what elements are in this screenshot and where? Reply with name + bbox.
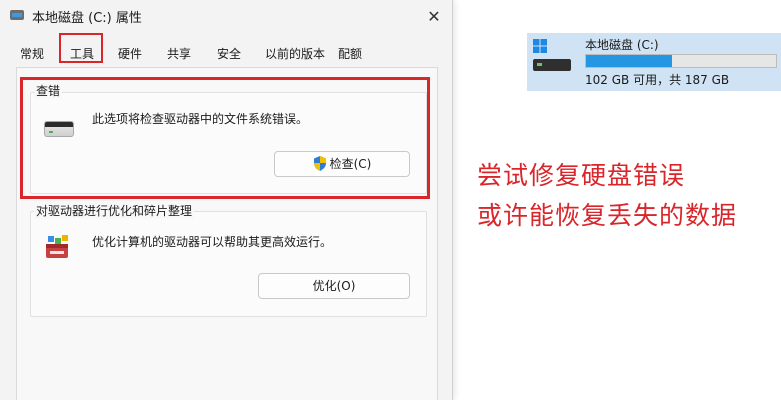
error-check-description: 此选项将检查驱动器中的文件系统错误。 — [92, 112, 309, 126]
active-tab-highlight — [59, 33, 103, 63]
optimize-group — [30, 211, 427, 317]
tab-sharing[interactable]: 共享 — [167, 45, 191, 62]
optimize-button[interactable]: 优化(O) — [258, 273, 410, 299]
drive-icon — [533, 59, 571, 71]
tab-previous-versions[interactable]: 以前的版本 — [265, 45, 325, 62]
uac-shield-icon — [313, 156, 326, 171]
hard-drive-icon — [44, 121, 74, 137]
optimize-description: 优化计算机的驱动器可以帮助其更高效运行。 — [92, 235, 333, 249]
drive-icon — [10, 10, 24, 20]
tab-general[interactable]: 常规 — [20, 45, 44, 62]
error-check-group — [30, 92, 427, 194]
capacity-bar-fill — [586, 55, 673, 67]
tab-hardware[interactable]: 硬件 — [118, 45, 142, 62]
error-check-title: 查错 — [34, 82, 63, 99]
check-button-label: 检查(C) — [329, 157, 372, 171]
defrag-icon — [46, 235, 68, 258]
annotation-line-2: 或许能恢复丢失的数据 — [477, 201, 738, 230]
drive-usage: 102 GB 可用，共 187 GB — [585, 73, 730, 87]
optimize-button-label: 优化(O) — [312, 279, 356, 293]
tab-quota[interactable]: 配额 — [338, 45, 362, 62]
windows-logo-icon — [533, 39, 547, 53]
annotation-line-1: 尝试修复硬盘错误 — [477, 161, 686, 190]
screenshot-stage: 本地磁盘 (C:) 属性 ✕ 常规 工具 硬件 共享 安全 以前的版本 配额 查… — [0, 0, 781, 400]
dialog-title: 本地磁盘 (C:) 属性 — [32, 11, 142, 26]
close-button[interactable]: ✕ — [422, 5, 446, 29]
optimize-title: 对驱动器进行优化和碎片整理 — [34, 202, 195, 219]
properties-dialog: 本地磁盘 (C:) 属性 ✕ 常规 工具 硬件 共享 安全 以前的版本 配额 查… — [0, 0, 453, 400]
check-button[interactable]: 检查(C) — [274, 151, 410, 177]
drive-name: 本地磁盘 (C:) — [585, 38, 659, 52]
capacity-bar — [585, 54, 777, 68]
drive-tile[interactable]: 本地磁盘 (C:) 102 GB 可用，共 187 GB — [527, 33, 781, 91]
title-bar[interactable]: 本地磁盘 (C:) 属性 ✕ — [0, 0, 452, 34]
tab-security[interactable]: 安全 — [217, 45, 241, 62]
